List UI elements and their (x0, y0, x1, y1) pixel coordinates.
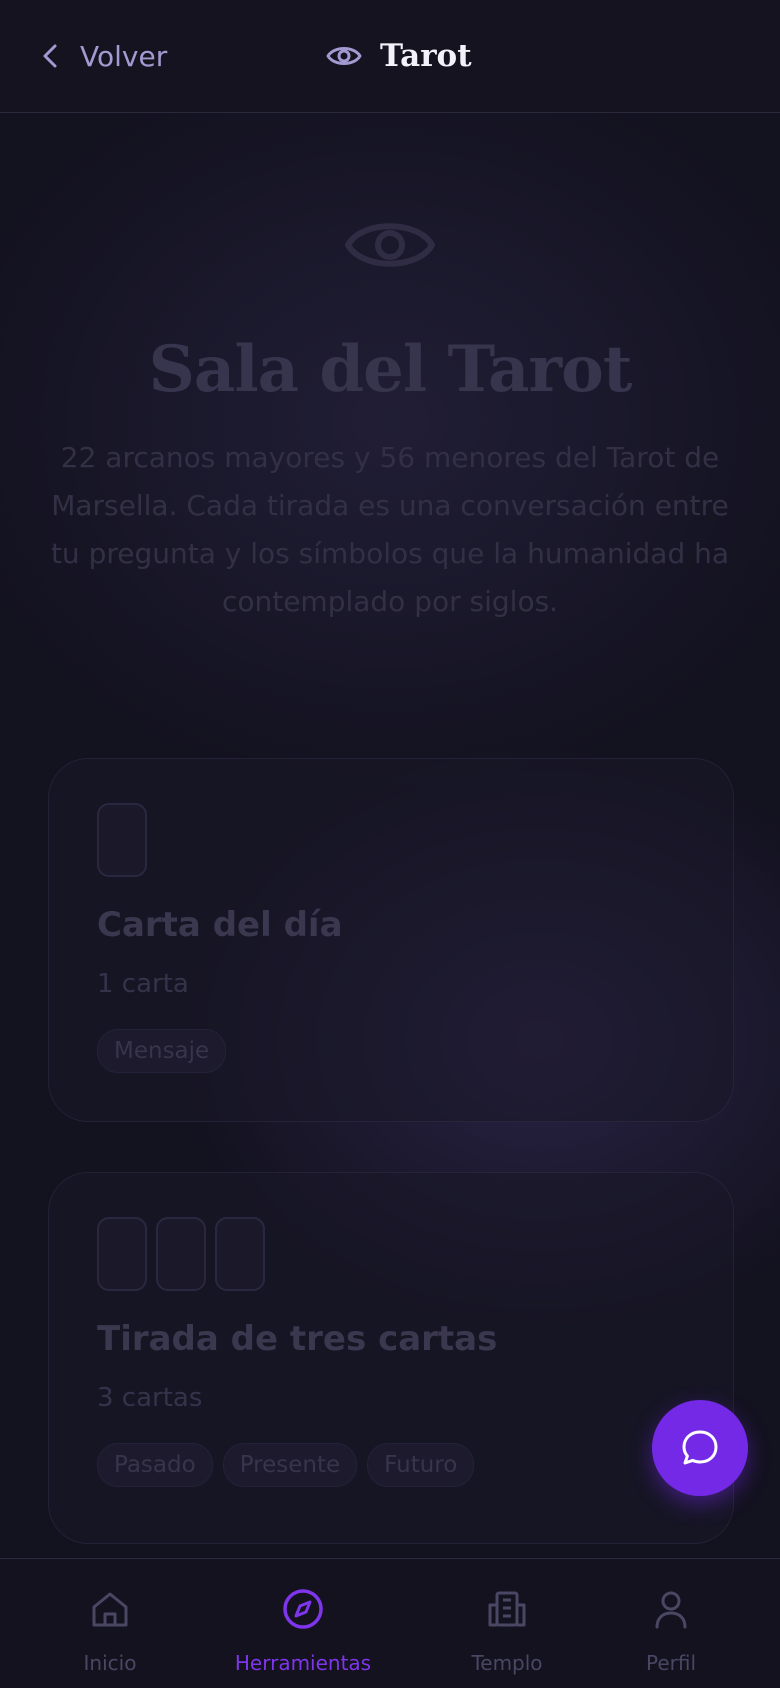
spread-card-three[interactable]: Tirada de tres cartas 3 cartas Pasado Pr… (48, 1172, 734, 1544)
spread-card-count: 1 carta (97, 969, 189, 999)
spread-title: Tirada de tres cartas (97, 1319, 498, 1359)
spread-tags: Pasado Presente Futuro (97, 1443, 475, 1487)
spread-card-daily[interactable]: Carta del día 1 carta Mensaje (48, 758, 734, 1122)
chevron-left-icon (43, 44, 57, 68)
spread-title: Carta del día (97, 905, 343, 945)
nav-item-templo[interactable]: Templo (427, 1559, 587, 1688)
card-slots (97, 803, 147, 877)
user-icon (655, 1591, 687, 1629)
building-icon (488, 1591, 526, 1627)
nav-label: Inicio (83, 1651, 137, 1675)
eye-icon (345, 223, 435, 267)
tarot-card-icon (97, 803, 147, 877)
tarot-card-icon (97, 1217, 147, 1291)
nav-item-herramientas[interactable]: Herramientas (223, 1559, 383, 1688)
tarot-page: Volver Tarot Sala del Tarot 22 arcanos m… (0, 0, 780, 1688)
bottom-navigation: Inicio Herramientas Templo Perfil (0, 1558, 780, 1688)
top-bar: Volver Tarot (0, 0, 780, 113)
back-label: Volver (80, 39, 168, 73)
spread-tags: Mensaje (97, 1029, 227, 1073)
tag-chip: Pasado (97, 1443, 213, 1487)
back-button[interactable]: Volver (40, 34, 167, 78)
nav-label: Herramientas (234, 1651, 372, 1675)
nav-item-inicio[interactable]: Inicio (30, 1559, 190, 1688)
hero-title: Sala del Tarot (148, 332, 633, 407)
tarot-card-icon (215, 1217, 265, 1291)
tag-chip: Mensaje (97, 1029, 227, 1073)
nav-label: Perfil (645, 1651, 697, 1675)
tarot-card-icon (156, 1217, 206, 1291)
spread-card-count: 3 cartas (97, 1383, 203, 1413)
nav-item-perfil[interactable]: Perfil (591, 1559, 751, 1688)
page-title-group: Tarot (326, 30, 472, 82)
chat-bubble-icon (682, 1430, 718, 1465)
eye-icon (326, 47, 362, 65)
compass-icon (283, 1589, 323, 1629)
home-icon (92, 1592, 128, 1627)
nav-label: Templo (471, 1651, 543, 1675)
hero-description: 22 arcanos mayores y 56 menores del Taro… (50, 441, 730, 618)
tag-chip: Futuro (367, 1443, 475, 1487)
page-title: Tarot (380, 38, 472, 74)
chat-button[interactable] (652, 1400, 748, 1496)
tag-chip: Presente (222, 1443, 358, 1487)
card-slots (97, 1217, 265, 1291)
